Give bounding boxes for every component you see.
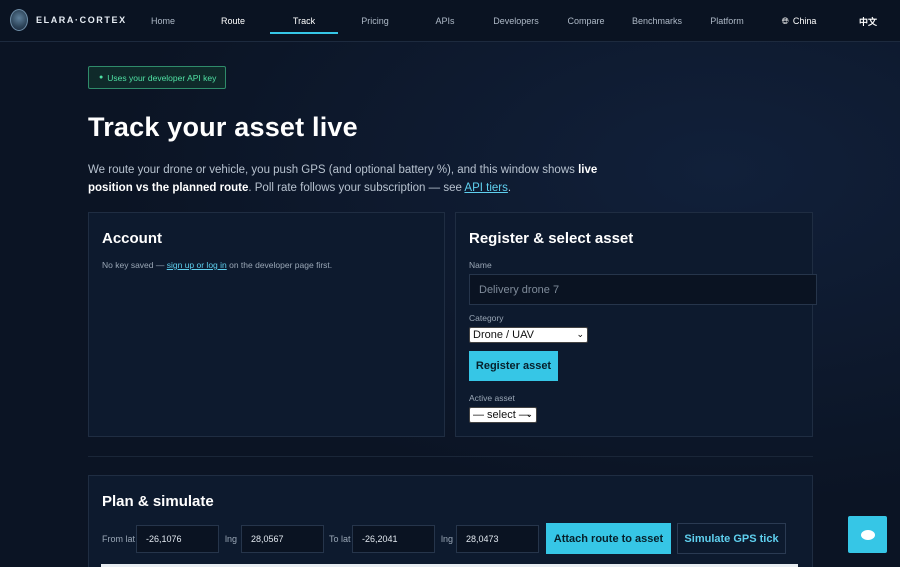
attach-route-button[interactable]: Attach route to asset (546, 523, 671, 554)
register-title: Register & select asset (469, 230, 634, 247)
register-panel: Register & select asset Name Category Dr… (455, 212, 817, 437)
api-key-badge: ● Uses your developer API key (88, 66, 226, 89)
nav-apis[interactable]: APIs (425, 0, 465, 42)
intro-part2: . Poll rate follows your subscription — … (248, 182, 465, 194)
badge-label: Uses your developer API key (107, 72, 217, 83)
plan-panel: Plan & simulate From lat -26,1076 lng 28… (88, 475, 813, 567)
plan-title: Plan & simulate (102, 493, 214, 510)
nav-route[interactable]: Route (210, 0, 256, 42)
top-nav: ELARA·CORTEX Home Route Track Pricing AP… (0, 0, 900, 42)
intro-text: We route your drone or vehicle, you push… (88, 161, 608, 197)
chevron-down-icon: ⌄ (576, 329, 584, 339)
nav-compare[interactable]: Compare (562, 0, 610, 42)
brand[interactable]: ELARA·CORTEX (10, 9, 127, 31)
intro-part1: We route your drone or vehicle, you push… (88, 164, 579, 176)
to-lat-input[interactable]: -26,2041 (352, 525, 435, 553)
chevron-down-icon: ⌄ (525, 409, 533, 419)
account-title: Account (102, 230, 162, 247)
active-asset-label: Active asset (469, 393, 515, 403)
from-lat-input[interactable]: -26,1076 (136, 525, 219, 553)
to-lat-label: To lat (329, 534, 351, 544)
nav-pricing[interactable]: Pricing (352, 0, 398, 42)
from-lat-label: From lat (102, 534, 136, 544)
signup-login-link[interactable]: sign up or log in (167, 260, 227, 270)
status-dot-icon: ● (99, 74, 104, 81)
active-asset-select[interactable]: — select — ⌄ (469, 407, 537, 423)
api-tiers-link[interactable]: API tiers (464, 182, 507, 194)
category-value: Drone / UAV (473, 329, 534, 341)
simulate-gps-button[interactable]: Simulate GPS tick (677, 523, 786, 554)
to-lng-label: lng (441, 534, 454, 544)
chat-bubble-icon (860, 529, 875, 540)
from-lng-label: lng (225, 534, 238, 544)
category-label: Category (469, 313, 504, 323)
section-divider (88, 456, 813, 457)
note-prefix: No key saved — (102, 260, 167, 270)
brand-logo-icon (10, 9, 28, 31)
note-suffix: on the developer page first. (226, 260, 333, 270)
nav-benchmarks[interactable]: Benchmarks (628, 0, 686, 42)
brand-name: ELARA·CORTEX (36, 15, 127, 25)
active-asset-value: — select — (473, 409, 530, 421)
nav-track[interactable]: Track (270, 0, 338, 42)
nav-platform[interactable]: Platform (704, 0, 750, 42)
intro-part3: . (507, 182, 512, 194)
account-note: No key saved — sign up or log in on the … (102, 260, 332, 270)
nav-developers[interactable]: Developers (486, 0, 546, 42)
account-panel: Account No key saved — sign up or log in… (88, 212, 445, 437)
chat-button[interactable] (848, 516, 887, 553)
globe-icon: 🌐︎ (781, 15, 789, 26)
register-asset-button[interactable]: Register asset (469, 351, 558, 381)
nav-home[interactable]: Home (138, 0, 188, 42)
region-selector[interactable]: 🌐︎ China (775, 0, 823, 42)
to-lng-input[interactable]: 28,0473 (456, 525, 539, 553)
from-lng-input[interactable]: 28,0567 (241, 525, 324, 553)
category-select[interactable]: Drone / UAV ⌄ (469, 327, 588, 343)
language-toggle[interactable]: 中文 (852, 0, 884, 42)
region-label: China (792, 16, 817, 26)
name-label: Name (469, 260, 492, 270)
asset-name-input[interactable] (469, 274, 817, 305)
page-title: Track your asset live (88, 112, 358, 142)
